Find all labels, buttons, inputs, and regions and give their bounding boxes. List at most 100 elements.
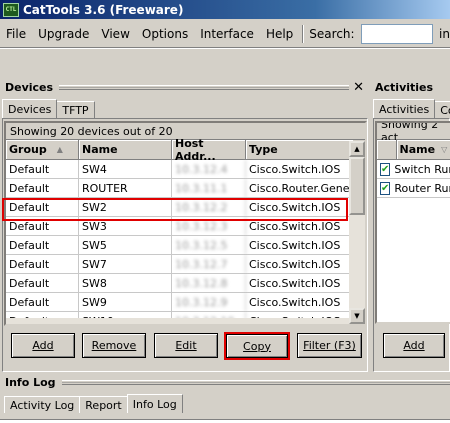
add-activity-button[interactable]: Add [383,333,445,358]
info-log-content [0,419,450,423]
column-header-activity-name[interactable]: Name ▽ [397,140,450,159]
add-device-button[interactable]: Add [11,333,75,358]
cell-group: Default [6,217,79,235]
edit-device-button[interactable]: Edit [154,333,218,358]
column-header-type[interactable]: Type [246,140,353,159]
menu-interface[interactable]: Interface [194,27,260,41]
activities-panel-header: Activities [375,80,450,94]
cell-type: Cisco.Switch.IOS [249,295,341,309]
cell-name: SW7 [79,255,172,273]
cell-group: Default [6,179,79,197]
panel-grip[interactable] [61,379,450,385]
cell-name: SW8 [79,274,172,292]
cell-host-address: 10.3.11.1 [172,179,246,197]
cell-host-address: 10.3.12.5 [172,236,246,254]
activity-cell: ✔ Router Runn [377,179,450,197]
column-header-activity-name-label: Name [399,143,436,156]
table-row[interactable]: ✔ Router Runn [377,179,450,198]
menu-options[interactable]: Options [136,27,194,41]
search-label: Search: [309,26,355,41]
cell-host-address: 10.3.12.4 [172,160,246,178]
title-bar: CTL CatTools 3.6 (Freeware) [0,0,450,19]
cell-host-address: 10.3.12.2 [172,198,246,216]
cattools-logo-icon: CTL [3,2,19,17]
info-log-panel-header: Info Log [5,375,450,389]
activity-name: Router Runn [394,181,450,195]
column-header-host-address[interactable]: Host Addr... [172,137,246,163]
activity-cell: ✔ Switch Runn [377,160,450,178]
tab-activities[interactable]: Activities [373,99,436,118]
cell-name: SW3 [79,217,172,235]
panel-grip[interactable] [59,84,350,90]
scroll-down-icon[interactable]: ▼ [349,308,365,324]
devices-panel-header: Devices ✕ [5,80,368,95]
sort-descending-icon: ▽ [441,145,448,154]
table-row[interactable]: ✔ Switch Runn [377,160,450,179]
sort-ascending-icon: ▲ [56,145,63,154]
cell-name: SW9 [79,293,172,311]
window-title: CatTools 3.6 (Freeware) [23,2,184,17]
copy-device-button[interactable]: Copy [226,334,288,358]
devices-grid: Showing 20 devices out of 20 Group ▲ Nam… [4,121,367,326]
cell-group: Default [6,255,79,273]
menu-separator [302,24,305,43]
cell-host-address: 10.3.12.3 [172,217,246,235]
table-row[interactable]: Default SW9 10.3.12.9 Cisco.Switch.IOS [6,293,365,312]
table-row[interactable]: Default SW4 10.3.12.4 Cisco.Switch.IOS [6,160,365,179]
filter-button[interactable]: Filter (F3) [297,333,362,358]
activity-name: Switch Runn [394,162,450,176]
info-log-panel-title: Info Log [5,375,56,389]
table-row[interactable]: Default SW7 10.3.12.7 Cisco.Switch.IOS [6,255,365,274]
cell-group: Default [6,274,79,292]
devices-grid-header: Group ▲ Name Host Addr... Type [6,137,365,163]
close-icon[interactable]: ✕ [353,80,364,95]
table-row[interactable]: Default SW2 10.3.12.2 Cisco.Switch.IOS [6,198,365,217]
column-header-group[interactable]: Group ▲ [6,140,79,159]
table-row[interactable]: Default SW3 10.3.12.3 Cisco.Switch.IOS [6,217,365,236]
cell-type: Cisco.Switch.IOS [249,162,341,176]
menu-view[interactable]: View [95,27,135,41]
activities-grid: Showing 2 act Name ▽ ✔ Switch Runn ✔ Rou… [375,121,450,324]
scroll-up-icon[interactable]: ▲ [349,141,365,157]
table-row[interactable]: Default SW8 10.3.12.8 Cisco.Switch.IOS [6,274,365,293]
menu-upgrade[interactable]: Upgrade [32,27,95,41]
devices-horizontal-scrollbar[interactable] [6,318,349,324]
column-header-group-label: Group [9,143,47,156]
tab-co[interactable]: Co [434,101,450,118]
devices-panel-title: Devices [5,80,54,94]
cell-group: Default [6,293,79,311]
tab-report[interactable]: Report [79,396,128,413]
activity-enabled-checkbox[interactable]: ✔ [380,181,391,195]
cell-host-address: 10.3.12.9 [172,293,246,311]
info-log-tabs: Activity Log Report Info Log [4,394,183,413]
menu-file[interactable]: File [0,27,32,41]
activities-count-caption: Showing 2 act [377,123,450,144]
tab-info-log[interactable]: Info Log [126,394,183,413]
menu-help[interactable]: Help [260,27,299,41]
activities-tabs: Activities Co [373,99,450,118]
activities-grid-header: Name ▽ [377,140,450,160]
devices-tabs: Devices TFTP [2,99,95,118]
cell-type: Cisco.Switch.IOS [249,238,341,252]
activities-panel-title: Activities [375,80,434,94]
cell-host-address: 10.3.12.7 [172,255,246,273]
column-header-check [377,140,397,159]
tab-devices[interactable]: Devices [2,99,58,118]
cell-type: Cisco.Switch.IOS [249,219,341,233]
tab-activity-log[interactable]: Activity Log [4,396,81,413]
search-scope-label: in [439,26,450,41]
cell-name: SW4 [79,160,172,178]
tab-tftp[interactable]: TFTP [56,101,95,118]
cell-group: Default [6,160,79,178]
table-row[interactable]: Default SW5 10.3.12.5 Cisco.Switch.IOS [6,236,365,255]
cell-group: Default [6,198,79,216]
devices-vertical-scrollbar[interactable]: ▲ ▼ [349,141,365,324]
table-row[interactable]: Default ROUTER 10.3.11.1 Cisco.Router.Ge… [6,179,365,198]
remove-device-button[interactable]: Remove [82,333,146,358]
cell-type: Cisco.Switch.IOS [249,200,341,214]
search-input[interactable] [360,23,434,44]
cell-type: Cisco.Switch.IOS [249,276,341,290]
scrollbar-thumb[interactable] [349,157,365,215]
column-header-name[interactable]: Name [79,140,172,159]
activity-enabled-checkbox[interactable]: ✔ [380,162,391,176]
